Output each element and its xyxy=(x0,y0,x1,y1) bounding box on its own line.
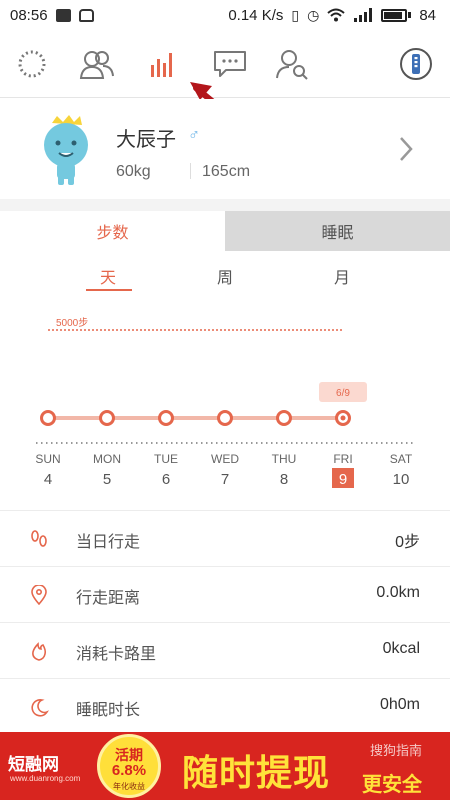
network-speed: 0.14 K/s xyxy=(228,6,284,24)
ad-circle-rate: 6.8% xyxy=(111,762,147,779)
tick-label-weekday: FRI xyxy=(333,452,352,466)
data-point-selected-dot xyxy=(340,415,346,421)
profile-height: 165cm xyxy=(202,163,251,180)
alarm-icon: ◷ xyxy=(307,6,320,23)
ad-watermark: 搜狗指南 xyxy=(370,743,423,758)
goal-label: 5000步 xyxy=(56,317,88,329)
chat-bubble-icon xyxy=(214,51,246,77)
tick-label-weekday: SAT xyxy=(390,452,413,466)
ad-brand-url: www.duanrong.com xyxy=(10,774,81,783)
status-bar: 08:56 0.14 K/s ▯ ◷ 84 xyxy=(0,0,450,30)
stat-value: 0步 xyxy=(395,534,420,551)
user-search-icon xyxy=(276,50,308,80)
profile-divider xyxy=(190,163,191,179)
gender-male-icon: ♂ xyxy=(188,127,200,144)
ad-slogan-main: 随时提现 xyxy=(182,752,331,793)
battery-body xyxy=(381,8,408,22)
selected-tooltip-label: 6/9 xyxy=(336,388,350,399)
app-notification-icon xyxy=(78,8,94,22)
data-point xyxy=(99,410,115,426)
tick-label-weekday: THU xyxy=(272,452,297,466)
stat-value: 0.0km xyxy=(376,584,420,601)
tick-label-date: 5 xyxy=(103,471,111,488)
footprints-icon xyxy=(31,530,47,547)
tick-label-date: 8 xyxy=(280,471,288,488)
tick-label-weekday: SUN xyxy=(35,452,60,466)
nav-find-friend-button[interactable] xyxy=(272,44,312,84)
stat-value: 0h0m xyxy=(379,696,420,713)
period-tab-day[interactable]: 天 xyxy=(83,264,133,288)
tick-label-date: 4 xyxy=(44,471,52,488)
moon-icon xyxy=(31,699,49,717)
nav-friends-button[interactable] xyxy=(77,44,117,84)
data-point xyxy=(276,410,292,426)
status-right: 0.14 K/s ▯ ◷ 84 xyxy=(228,7,436,24)
battery-tip xyxy=(408,12,412,18)
battery-icon xyxy=(381,8,412,22)
data-point xyxy=(40,410,56,426)
tick-label-weekday: MON xyxy=(93,452,121,466)
steps-chart: 5000步 6/9 SUN 4 MON 5 TUE 6 WED 7 THU 8 FRI 9 SAT 10 xyxy=(35,317,414,488)
avatar xyxy=(44,115,88,185)
stat-label: 睡眠时长 xyxy=(76,702,141,719)
stat-label: 行走距离 xyxy=(76,590,141,607)
ad-slogan-sub: 更安全 xyxy=(362,774,422,796)
tick-label-date: 10 xyxy=(393,471,410,488)
chevron-right-icon xyxy=(400,137,413,161)
ad-brand: 短融网 xyxy=(8,755,59,774)
status-time: 08:56 xyxy=(10,6,48,24)
status-left: 08:56 xyxy=(10,7,94,24)
device-band-icon xyxy=(400,48,432,80)
wifi-icon xyxy=(327,8,345,22)
tick-label-date: 6 xyxy=(162,471,170,488)
stat-row-distance: 行走距离 0.0km xyxy=(0,566,450,622)
period-tab-indicator xyxy=(86,289,132,291)
stat-label: 消耗卡路里 xyxy=(76,646,157,663)
tick-label-date: 9 xyxy=(339,471,347,488)
nav-statistics-button[interactable] xyxy=(142,44,182,84)
tick-label-weekday: TUE xyxy=(154,452,178,466)
stat-value: 0kcal xyxy=(382,640,420,657)
ad-banner[interactable]: 短融网 www.duanrong.com 活期 6.8% 年化收益 随时提现 更… xyxy=(0,732,450,800)
ad-circle-sub: 年化收益 xyxy=(113,782,145,791)
section-gap xyxy=(0,199,450,211)
message-notification-icon xyxy=(55,8,71,22)
period-tab-month[interactable]: 月 xyxy=(317,264,367,288)
tick-label-date: 7 xyxy=(221,471,229,488)
stat-label: 当日行走 xyxy=(76,534,141,551)
app-root: 08:56 0.14 K/s ▯ ◷ 84 大辰子 ♂ 60kg 165cm 步… xyxy=(0,0,450,800)
ad-rate-badge: 活期 6.8% 年化收益 xyxy=(97,734,161,798)
stat-row-daily-walk: 当日行走 0步 xyxy=(0,510,450,566)
location-pin-icon xyxy=(31,585,47,605)
profile-card[interactable]: 大辰子 ♂ 60kg 165cm xyxy=(0,99,450,199)
data-point xyxy=(217,410,233,426)
nav-dashboard-button[interactable] xyxy=(12,44,52,84)
stat-row-sleep: 睡眠时长 0h0m xyxy=(0,678,450,734)
tick-label-weekday: WED xyxy=(211,452,239,466)
data-point xyxy=(158,410,174,426)
period-tab-week[interactable]: 周 xyxy=(200,264,250,288)
flame-icon xyxy=(32,642,47,661)
bar-chart-icon xyxy=(151,53,172,77)
profile-name: 大辰子 xyxy=(116,129,176,151)
vibrate-icon: ▯ xyxy=(291,6,300,23)
friends-icon xyxy=(79,51,114,79)
nav-device-button[interactable] xyxy=(396,44,436,84)
tab-sleep[interactable]: 睡眠 xyxy=(225,211,450,251)
dotted-ring-icon xyxy=(18,50,46,78)
stat-row-calories: 消耗卡路里 0kcal xyxy=(0,622,450,678)
battery-level: 84 xyxy=(419,6,436,24)
signal-icon xyxy=(354,8,373,22)
profile-weight: 60kg xyxy=(116,163,151,180)
tab-steps[interactable]: 步数 xyxy=(0,211,225,251)
